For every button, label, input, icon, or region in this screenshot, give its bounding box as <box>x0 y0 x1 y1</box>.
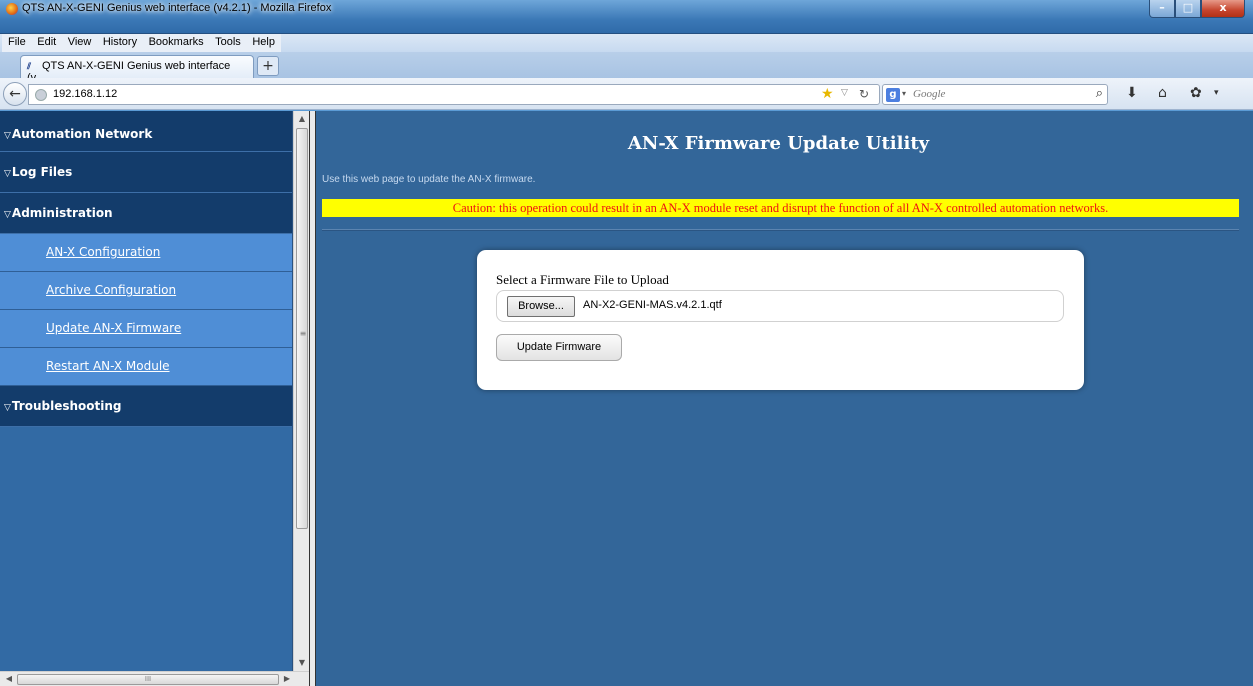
url-text[interactable]: 192.168.1.12 <box>53 88 117 100</box>
page-title: AN-X Firmware Update Utility <box>627 133 930 154</box>
menu-history[interactable]: History <box>101 34 139 50</box>
sidebar-item-label[interactable]: Restart AN-X Module <box>46 359 170 373</box>
menu-file[interactable]: File <box>6 34 28 50</box>
sidebar-section-label: Administration <box>11 206 113 220</box>
file-input[interactable]: Browse... AN-X2-GENI-MAS.v4.2.1.qtf <box>496 290 1064 322</box>
chevron-down-icon[interactable]: ▽ <box>841 88 848 98</box>
tabbar: ⫽QTS AN-X-GENI Genius web interface (v..… <box>0 52 1253 84</box>
sidebar-item-label[interactable]: AN-X Configuration <box>46 245 160 259</box>
magnifier-icon[interactable]: ⌕ <box>1096 86 1103 101</box>
menu-edit[interactable]: Edit <box>35 34 58 50</box>
menu-tools[interactable]: Tools <box>213 34 243 50</box>
sidebar: ▽Automation Network ▽Log Files ▽Administ… <box>0 111 293 686</box>
sidebar-section-troubleshooting[interactable]: ▽Troubleshooting <box>0 386 292 427</box>
divider <box>322 229 1239 231</box>
menubar: File Edit View History Bookmarks Tools H… <box>0 34 1253 52</box>
menu-view[interactable]: View <box>66 34 94 50</box>
minimize-button[interactable]: – <box>1149 0 1175 18</box>
google-icon[interactable]: g <box>886 88 900 102</box>
sidebar-item-anx-configuration[interactable]: AN-X Configuration <box>0 234 292 272</box>
scroll-right-icon[interactable]: ▶ <box>280 672 294 686</box>
scroll-down-icon[interactable]: ▼ <box>294 655 310 671</box>
sidebar-section-label: Troubleshooting <box>11 399 122 413</box>
sidebar-section-label: Automation Network <box>11 127 153 141</box>
star-icon[interactable]: ★ <box>821 86 834 102</box>
addon-dropdown-icon[interactable]: ▾ <box>1214 88 1219 98</box>
sidebar-vertical-scrollbar[interactable]: ▲ ≡ ▼ <box>293 111 309 671</box>
sidebar-item-restart-module[interactable]: Restart AN-X Module <box>0 348 292 386</box>
search-bar[interactable]: g ▾ Google ⌕ <box>882 84 1108 105</box>
navigation-bar: ← 192.168.1.12 ★ ▽ ↻ g ▾ Google ⌕ ⬇ ⌂ ✿ … <box>0 78 1253 110</box>
scrollbar-thumb[interactable]: III <box>17 674 279 685</box>
intro-text: Use this web page to update the AN-X fir… <box>322 174 536 185</box>
selected-file-name: AN-X2-GENI-MAS.v4.2.1.qtf <box>583 299 722 311</box>
main-content: AN-X Firmware Update Utility Use this we… <box>316 111 1253 686</box>
upload-label: Select a Firmware File to Upload <box>496 272 669 287</box>
sidebar-section-label: Log Files <box>11 165 73 179</box>
maximize-button[interactable]: □ <box>1175 0 1201 18</box>
home-icon[interactable]: ⌂ <box>1158 85 1167 101</box>
expand-triangle-icon: ▽ <box>4 169 11 179</box>
scrollbar-thumb[interactable]: ≡ <box>296 128 308 529</box>
sidebar-section-administration[interactable]: ▽Administration <box>0 193 292 234</box>
expand-triangle-icon: ▽ <box>4 403 11 413</box>
window-titlebar: QTS AN-X-GENI Genius web interface (v4.2… <box>0 0 1253 34</box>
scroll-up-icon[interactable]: ▲ <box>294 111 310 127</box>
menu-list: File Edit View History Bookmarks Tools H… <box>2 34 281 52</box>
download-icon[interactable]: ⬇ <box>1126 85 1138 101</box>
url-bar[interactable]: 192.168.1.12 ★ ▽ ↻ <box>28 84 880 105</box>
addon-icon[interactable]: ✿ <box>1190 85 1202 101</box>
firefox-icon <box>6 3 18 15</box>
window-controls: – □ x <box>1149 0 1245 18</box>
tab-active[interactable]: ⫽QTS AN-X-GENI Genius web interface (v..… <box>20 55 254 84</box>
sidebar-item-label[interactable]: Update AN-X Firmware <box>46 321 181 335</box>
search-engine-dropdown-icon[interactable]: ▾ <box>902 89 906 98</box>
sidebar-section-log-files[interactable]: ▽Log Files <box>0 152 292 193</box>
sidebar-item-update-firmware[interactable]: Update AN-X Firmware <box>0 310 292 348</box>
close-button[interactable]: x <box>1201 0 1245 18</box>
sidebar-horizontal-scrollbar[interactable]: ◀ III ▶ <box>0 671 309 686</box>
caution-banner: Caution: this operation could result in … <box>322 199 1239 217</box>
scroll-left-icon[interactable]: ◀ <box>2 672 16 686</box>
new-tab-button[interactable]: + <box>257 56 279 76</box>
update-firmware-button[interactable]: Update Firmware <box>496 334 622 361</box>
globe-icon <box>35 89 47 101</box>
expand-triangle-icon: ▽ <box>4 131 11 141</box>
reload-icon[interactable]: ↻ <box>859 87 869 101</box>
sidebar-section-automation-network[interactable]: ▽Automation Network <box>0 111 292 152</box>
expand-triangle-icon: ▽ <box>4 210 11 220</box>
sidebar-item-label[interactable]: Archive Configuration <box>46 283 176 297</box>
menu-help[interactable]: Help <box>250 34 277 50</box>
grip-icon: ≡ <box>299 329 307 338</box>
menu-bookmarks[interactable]: Bookmarks <box>147 34 206 50</box>
browse-button[interactable]: Browse... <box>507 296 575 317</box>
sidebar-item-archive-configuration[interactable]: Archive Configuration <box>0 272 292 310</box>
search-placeholder[interactable]: Google <box>913 88 945 100</box>
site-favicon-icon: ⫽ <box>27 61 32 71</box>
frame-splitter[interactable] <box>309 111 316 686</box>
back-button[interactable]: ← <box>3 82 27 106</box>
upload-panel: Select a Firmware File to Upload Browse.… <box>477 250 1084 390</box>
window-title: QTS AN-X-GENI Genius web interface (v4.2… <box>22 2 332 14</box>
